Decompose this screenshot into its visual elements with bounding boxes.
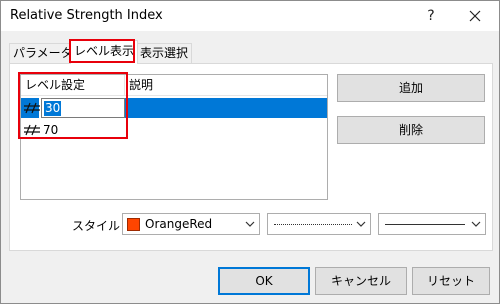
help-icon: ?: [427, 8, 435, 24]
level-row[interactable]: 70: [21, 119, 327, 141]
title-bar: Relative Strength Index ?: [1, 1, 499, 31]
level-line-icon: [24, 124, 40, 136]
help-button[interactable]: ?: [409, 1, 453, 31]
delete-button[interactable]: 削除: [337, 116, 485, 144]
close-button[interactable]: [453, 1, 497, 31]
window-title: Relative Strength Index: [10, 8, 163, 23]
column-header-description[interactable]: 説明: [125, 75, 327, 96]
levels-list[interactable]: レベル設定 説明 30 70: [20, 74, 328, 200]
close-icon: [469, 10, 481, 22]
chevron-down-icon: [471, 221, 481, 227]
add-button[interactable]: 追加: [337, 74, 485, 102]
line-width-select[interactable]: [378, 213, 486, 235]
levels-list-header: レベル設定 説明: [21, 75, 327, 96]
level-value: 70: [43, 123, 59, 137]
cancel-button[interactable]: キャンセル: [315, 267, 407, 295]
tab-levels[interactable]: レベル表示: [70, 40, 139, 64]
color-select[interactable]: OrangeRed: [122, 213, 260, 235]
chevron-down-icon: [245, 221, 255, 227]
line-style-select[interactable]: [267, 213, 371, 235]
level-description-cell[interactable]: [125, 98, 327, 118]
level-value-selected-text: 30: [44, 101, 62, 116]
line-style-preview: [274, 224, 352, 225]
ok-button[interactable]: OK: [218, 267, 310, 295]
reset-button[interactable]: リセット: [412, 267, 490, 295]
color-swatch: [127, 218, 140, 231]
level-row[interactable]: 30: [21, 97, 327, 119]
tab-visualization[interactable]: 表示選択: [136, 43, 193, 63]
style-label: スタイル :: [72, 219, 128, 233]
column-header-level[interactable]: レベル設定: [21, 75, 125, 96]
chevron-down-icon: [356, 221, 366, 227]
level-value-input[interactable]: 30: [41, 98, 125, 118]
level-line-icon: [24, 102, 40, 114]
color-name: OrangeRed: [145, 217, 213, 231]
line-width-preview: [385, 224, 465, 225]
rsi-dialog: Relative Strength Index ? パラメーター レベル表示 表…: [0, 0, 500, 304]
